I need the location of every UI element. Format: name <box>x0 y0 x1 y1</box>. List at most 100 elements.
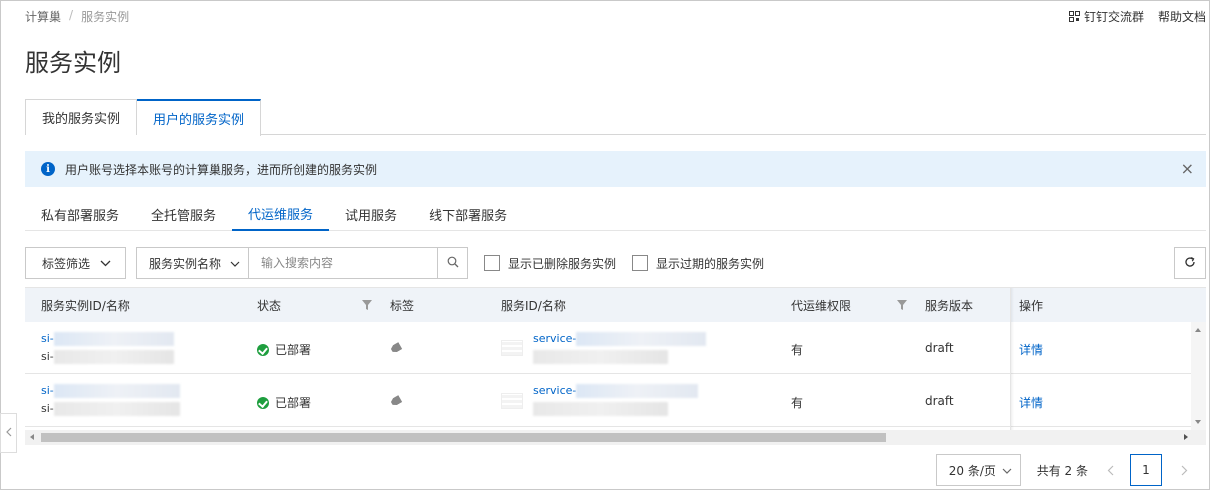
instance-name: si- <box>41 350 54 363</box>
tab-user-instances[interactable]: 用户的服务实例 <box>137 99 262 136</box>
show-deleted-label: 显示已删除服务实例 <box>508 256 617 271</box>
refresh-button[interactable] <box>1174 247 1206 279</box>
show-deleted-checkbox[interactable]: 显示已删除服务实例 <box>484 255 616 272</box>
dingtalk-label: 钉钉交流群 <box>1083 10 1144 24</box>
main-tabs: 我的服务实例 用户的服务实例 <box>25 99 1206 136</box>
detail-link[interactable]: 详情 <box>1019 341 1043 358</box>
check-circle-icon <box>257 343 269 356</box>
header-status: 状态 <box>257 298 282 313</box>
search-field-select[interactable]: 服务实例名称 <box>137 248 249 278</box>
vertical-scrollbar[interactable] <box>1191 322 1206 430</box>
page-size-label: 20 条/页 <box>948 463 996 478</box>
fixed-column-shadow <box>1010 288 1014 430</box>
checkbox-box[interactable] <box>632 255 649 271</box>
chevron-up-icon[interactable] <box>1195 328 1201 332</box>
instance-id-cell: si- si- <box>41 330 174 366</box>
subtab-trial[interactable]: 试用服务 <box>329 198 413 231</box>
instance-id-link[interactable]: si- <box>41 384 54 397</box>
pagination: 20 条/页 共有 2 条 1 <box>935 454 1198 486</box>
subtab-private[interactable]: 私有部署服务 <box>25 198 135 231</box>
chevron-down-icon <box>230 256 240 270</box>
header-tags: 标签 <box>390 298 415 313</box>
status-text: 已部署 <box>275 343 312 357</box>
service-id-cell: service- <box>533 382 699 418</box>
header-version: 服务版本 <box>925 298 974 313</box>
instance-id-cell: si- si- <box>41 382 180 418</box>
redacted-service-id <box>576 332 707 346</box>
table-row: si- si- 已部署 service- 有 draft 详情 <box>25 322 1206 374</box>
table-row: si- si- 已部署 service- 有 draft 详情 <box>25 375 1206 427</box>
redacted-name <box>53 350 174 364</box>
redacted-service-name <box>533 402 668 416</box>
sidebar-collapse-handle[interactable] <box>0 413 17 453</box>
info-icon: i <box>41 162 55 176</box>
filter-icon[interactable] <box>362 299 372 313</box>
header-permission: 代运维权限 <box>791 298 852 313</box>
qr-code-icon <box>1068 11 1080 22</box>
search-button[interactable] <box>437 248 467 278</box>
page-title: 服务实例 <box>25 49 121 77</box>
filter-icon[interactable] <box>897 299 907 313</box>
tag-icon[interactable] <box>390 342 403 354</box>
tag-edit-cell[interactable] <box>391 344 401 352</box>
prev-page-button[interactable] <box>1096 454 1124 486</box>
service-id-cell: service- <box>533 330 707 366</box>
breadcrumb-separator: / <box>69 8 74 22</box>
breadcrumb-root[interactable]: 计算巢 <box>25 8 61 25</box>
search-group: 服务实例名称 <box>136 247 468 279</box>
help-doc-link[interactable]: 帮助文档 <box>1158 8 1206 25</box>
tag-filter-label: 标签筛选 <box>42 256 91 271</box>
tag-edit-cell[interactable] <box>391 397 401 405</box>
instance-id-link[interactable]: si- <box>41 332 54 345</box>
show-expired-label: 显示过期的服务实例 <box>656 256 765 271</box>
breadcrumb-current: 服务实例 <box>81 10 130 24</box>
close-icon[interactable]: × <box>1181 161 1194 177</box>
tag-icon[interactable] <box>390 395 403 407</box>
status-badge: 已部署 <box>257 394 311 411</box>
horizontal-scrollbar[interactable] <box>25 430 1206 445</box>
tag-filter-button[interactable]: 标签筛选 <box>25 247 126 279</box>
instance-name: si- <box>41 402 54 415</box>
next-page-button[interactable] <box>1170 454 1198 486</box>
page-size-select[interactable]: 20 条/页 <box>935 454 1021 486</box>
instance-table: 服务实例ID/名称 状态 标签 服务ID/名称 代运维权限 服务版本 操作 si… <box>25 287 1206 445</box>
checkbox-box[interactable] <box>484 255 500 271</box>
tab-my-instances[interactable]: 我的服务实例 <box>25 99 138 135</box>
chevron-down-icon[interactable] <box>1195 420 1201 424</box>
notice-text: 用户账号选择本账号的计算巢服务，进而所创建的服务实例 <box>65 162 378 177</box>
dingtalk-link[interactable]: 钉钉交流群 <box>1068 8 1144 25</box>
status-badge: 已部署 <box>257 341 311 358</box>
check-circle-icon <box>257 396 269 409</box>
show-expired-checkbox[interactable]: 显示过期的服务实例 <box>632 255 764 272</box>
chevron-right-icon[interactable] <box>1184 434 1188 440</box>
permission-value: 有 <box>791 343 804 357</box>
subtab-managed[interactable]: 全托管服务 <box>135 198 232 231</box>
search-field-label: 服务实例名称 <box>149 256 222 271</box>
chevron-down-icon <box>100 256 111 270</box>
scrollbar-thumb[interactable] <box>41 433 886 442</box>
version-value: draft <box>925 394 954 408</box>
redacted-service-id <box>576 384 699 398</box>
service-id-link[interactable]: service- <box>533 332 576 345</box>
subtab-offline[interactable]: 线下部署服务 <box>413 198 523 231</box>
service-id-link[interactable]: service- <box>533 384 576 397</box>
header-service: 服务ID/名称 <box>501 298 566 313</box>
status-text: 已部署 <box>275 396 312 410</box>
redacted-id <box>53 384 180 398</box>
service-logo <box>501 340 523 356</box>
header-links: 钉钉交流群 帮助文档 <box>1068 8 1206 25</box>
refresh-icon <box>1184 256 1196 271</box>
search-icon <box>447 256 459 271</box>
breadcrumb: 计算巢 / 服务实例 <box>25 8 129 25</box>
service-type-tabs: 私有部署服务 全托管服务 代运维服务 试用服务 线下部署服务 <box>25 198 1206 231</box>
chevron-left-icon[interactable] <box>30 434 34 440</box>
toolbar: 标签筛选 服务实例名称 显示已删除服务实例 显示过期的服务实例 <box>25 247 1206 279</box>
subtab-operation[interactable]: 代运维服务 <box>232 198 330 231</box>
search-input[interactable] <box>249 248 437 278</box>
redacted-service-name <box>533 350 668 364</box>
notice-banner: i 用户账号选择本账号的计算巢服务，进而所创建的服务实例 × <box>25 151 1206 187</box>
detail-link[interactable]: 详情 <box>1019 394 1043 411</box>
page-number[interactable]: 1 <box>1130 454 1162 486</box>
table-header: 服务实例ID/名称 状态 标签 服务ID/名称 代运维权限 服务版本 操作 <box>25 288 1206 322</box>
header-instance: 服务实例ID/名称 <box>41 298 130 313</box>
